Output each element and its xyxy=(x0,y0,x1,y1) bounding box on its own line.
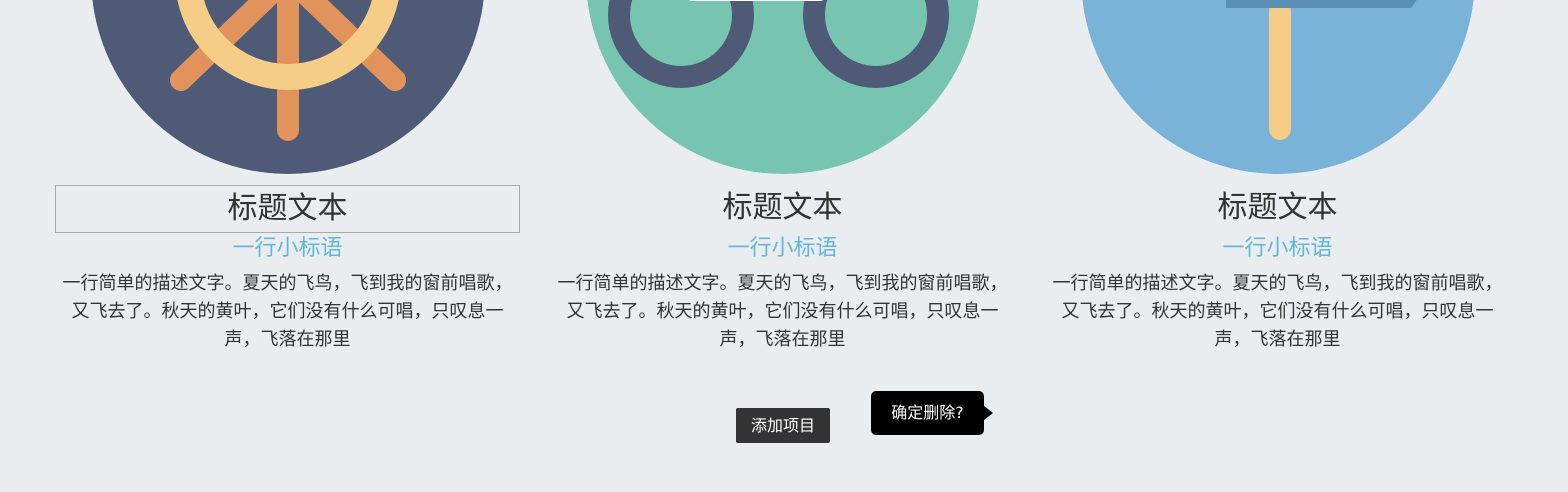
feature-card: 标题文本 一行小标语 一行简单的描述文字。夏天的飞鸟，飞到我的窗前唱歌，又飞去了… xyxy=(550,0,1015,360)
ship-wheel-icon xyxy=(91,0,485,174)
card-description[interactable]: 一行简单的描述文字。夏天的飞鸟，飞到我的窗前唱歌，又飞去了。秋天的黄叶，它们没有… xyxy=(1045,270,1510,354)
card-slogan[interactable]: 一行小标语 xyxy=(1045,234,1510,264)
card-title[interactable]: 标题文本 xyxy=(550,185,1015,233)
feature-card: 标题文本 一行小标语 一行简单的描述文字。夏天的飞鸟，飞到我的窗前唱歌，又飞去了… xyxy=(1045,0,1510,360)
card-title[interactable]: 标题文本 xyxy=(1045,185,1510,233)
add-item-button[interactable]: 添加项目 xyxy=(736,408,830,443)
card-description[interactable]: 一行简单的描述文字。夏天的飞鸟，飞到我的窗前唱歌，又飞去了。秋天的黄叶，它们没有… xyxy=(550,270,1015,354)
popover-arrow xyxy=(984,406,993,420)
feature-card: 标题文本 一行小标语 一行简单的描述文字。夏天的飞鸟，飞到我的窗前唱歌，又飞去了… xyxy=(55,0,520,360)
confirm-delete-label[interactable]: 确定删除? xyxy=(891,403,964,422)
card-title[interactable]: 标题文本 xyxy=(55,185,520,233)
card-slogan[interactable]: 一行小标语 xyxy=(55,234,520,264)
bicycle-icon xyxy=(586,0,980,174)
confirm-delete-popover[interactable]: 确定删除? xyxy=(871,391,993,435)
signpost-icon xyxy=(1081,0,1475,174)
card-slogan[interactable]: 一行小标语 xyxy=(550,234,1015,264)
card-description[interactable]: 一行简单的描述文字。夏天的飞鸟，飞到我的窗前唱歌，又飞去了。秋天的黄叶，它们没有… xyxy=(55,270,520,354)
